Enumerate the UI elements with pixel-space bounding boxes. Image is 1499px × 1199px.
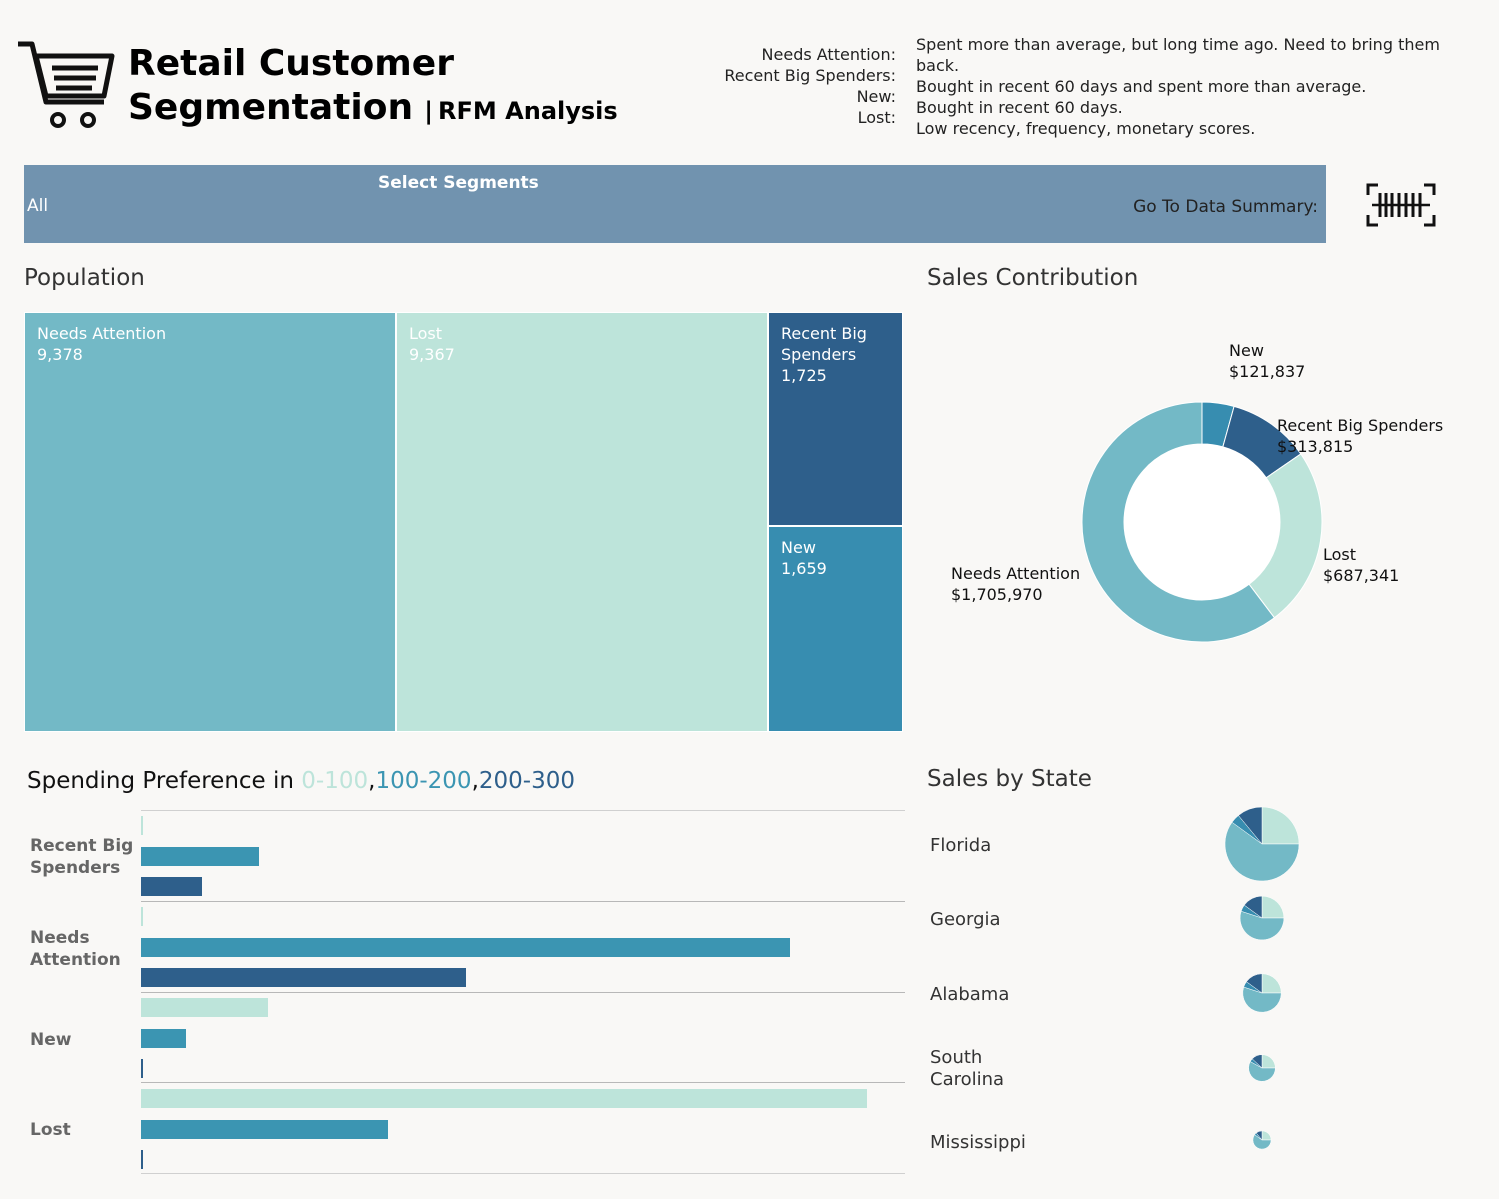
state-label-florida: Florida [930,835,992,856]
bar-lost-100-200[interactable] [141,1119,389,1139]
donut-label-name: Lost [1323,545,1357,564]
bar-new-200-300[interactable] [141,1059,143,1078]
treemap-tile-needs-attention[interactable]: Needs Attention 9,378 [24,312,396,732]
treemap-label: Recent Big [781,324,867,343]
bar-category-recent-big-spenders: Recent Big Spenders [30,835,145,879]
donut-hole [1124,444,1280,600]
donut-label-lost: Lost $687,341 [1323,544,1399,586]
state-pie-south-carolina[interactable] [1248,1054,1276,1082]
donut-label-value: $1,705,970 [951,585,1043,604]
treemap-label: Needs Attention [37,324,167,343]
bar-new-0-100[interactable] [141,998,269,1017]
page-title-line1: Retail Customer [128,43,454,84]
bar-group-separator [141,901,905,902]
treemap-label: Lost [409,324,443,343]
treemap-value: 1,659 [781,559,827,578]
population-title: Population [24,265,145,291]
state-pie-alabama[interactable] [1242,973,1282,1013]
treemap-value: 9,367 [409,345,455,364]
treemap-value: 9,378 [37,345,83,364]
sales-by-state-title: Sales by State [927,766,1092,792]
definition-key-lost: Lost: [857,108,896,127]
state-label-line: Carolina [930,1069,1005,1090]
donut-label-value: $687,341 [1323,566,1400,585]
bar-lost-0-100[interactable] [141,1089,867,1108]
donut-label-name: Needs Attention [951,564,1081,583]
donut-label-value: $313,815 [1277,437,1354,456]
spending-bar-chart [0,0,905,1174]
bar-recent-big-spenders-0-100[interactable] [141,816,143,835]
bar-category-label: Recent Big Spenders [30,836,134,878]
donut-label-needs-attention: Needs Attention $1,705,970 [951,563,1080,605]
bar-lost-200-300[interactable] [141,1150,143,1169]
legend-range-200-300: 200-300 [478,768,575,794]
definition-desc-needs-attention: Spent more than average, but long time a… [916,35,1440,75]
definition-desc-lost: Low recency, frequency, monetary scores. [916,119,1256,138]
segment-filter-bar: Select Segments All Go To Data Summary: [24,165,1326,243]
treemap-label: Spenders [781,345,857,364]
bar-group-separator [141,810,905,811]
legend-range-100-200: 100-200 [375,768,472,794]
donut-label-name: Recent Big Spenders [1277,416,1444,435]
treemap-tile-recent-big-spenders[interactable]: Recent Big Spenders 1,725 [768,312,903,526]
definition-desc-recent-big: Bought in recent 60 days and spent more … [916,77,1367,96]
state-label-georgia: Georgia [930,909,1001,930]
definition-key-needs-attention: Needs Attention: [761,45,896,64]
donut-label-name: New [1229,341,1264,360]
barcode-scan-icon[interactable] [1366,183,1436,227]
page-title-line2: Segmentation | RFM Analysis [128,86,618,130]
bar-category-lost: Lost [30,1120,71,1140]
population-treemap: Needs Attention 9,378 Lost 9,367 Recent … [24,312,903,732]
bar-needs-attention-100-200[interactable] [141,937,791,957]
bar-group-separator [141,992,905,993]
donut-label-value: $121,837 [1229,362,1306,381]
state-pie-mississippi[interactable] [1252,1130,1272,1150]
state-label-line: South [930,1047,983,1068]
treemap-tile-new[interactable]: New 1,659 [768,526,903,732]
legend-comma: , [471,768,479,794]
definition-key-recent-big: Recent Big Spenders: [724,66,896,85]
state-pie-slice [1261,895,1285,919]
sales-by-state-pies [1224,806,1300,1150]
state-label-alabama: Alabama [930,984,1010,1005]
sales-contribution-title: Sales Contribution [927,265,1139,291]
go-to-summary-label: Go To Data Summary: [1133,197,1318,217]
bar-needs-attention-0-100[interactable] [141,907,143,926]
treemap-label: New [781,538,816,557]
state-pie-georgia[interactable] [1239,895,1285,941]
bar-recent-big-spenders-200-300[interactable] [141,877,203,896]
bar-recent-big-spenders-100-200[interactable] [141,846,260,866]
definition-key-new: New: [856,87,896,106]
state-pie-slice [1261,1130,1272,1141]
spending-title-prefix: Spending Preference in [27,768,302,794]
state-pie-slice [1261,1054,1276,1069]
page-subtitle: RFM Analysis [438,97,618,125]
bar-category-needs-attention: Needs Attention [30,928,121,970]
segment-filter-dropdown[interactable]: All [27,196,48,216]
title-separator: | [424,97,433,125]
spending-title: Spending Preference in 0-100,100-200,200… [27,768,575,794]
bar-new-100-200[interactable] [141,1028,186,1048]
bar-category-new: New [30,1030,72,1050]
donut-label-recent-big-spenders: Recent Big Spenders $313,815 [1277,415,1443,457]
definition-desc-new: Bought in recent 60 days. [916,98,1123,117]
state-pie-florida[interactable] [1224,806,1300,882]
bar-group-separator [141,1082,905,1083]
donut-label-new: New $121,837 [1229,340,1305,382]
bar-needs-attention-200-300[interactable] [141,968,466,987]
state-pie-slice [1261,973,1282,994]
bar-group-separator [141,1173,905,1174]
shopping-cart-icon [18,41,115,128]
state-pie-slice [1261,806,1300,845]
page-title-segmentation: Segmentation [128,87,414,128]
treemap-tile-lost[interactable]: Lost 9,367 [396,312,768,732]
legend-range-0-100: 0-100 [301,768,369,794]
state-label-mississippi: Mississippi [930,1132,1026,1153]
treemap-value: 1,725 [781,366,827,385]
state-label-south-carolina: South Carolina [930,1047,1004,1091]
segment-filter-title: Select Segments [378,173,539,193]
